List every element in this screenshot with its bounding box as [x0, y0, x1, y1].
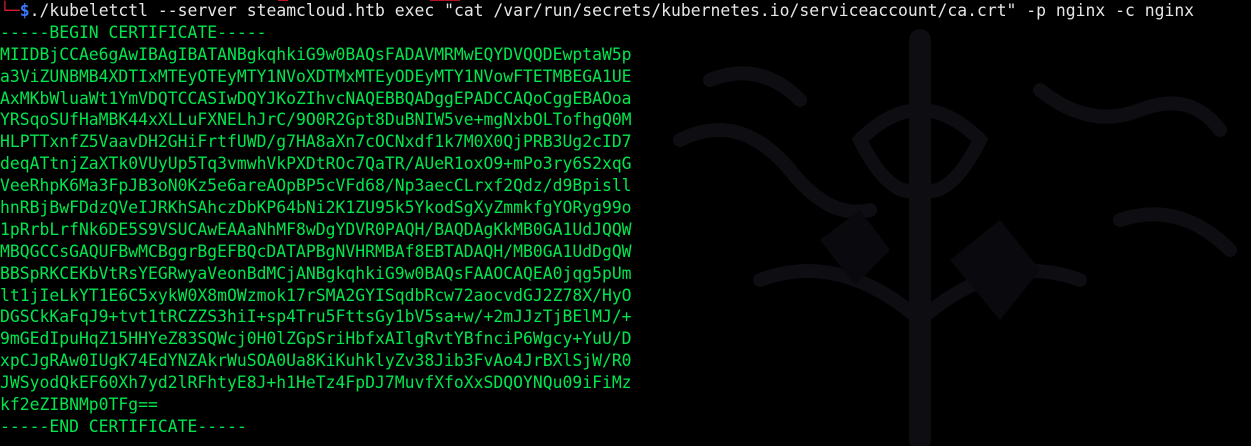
output-line: JWSyodQkEF60Xh7yd2lRFhtyE8J+h1HeTz4FpDJ7… [0, 373, 632, 393]
output-line: AxMKbWluaWt1YmVDQTCCASIwDQYJKoZIhvcNAQEB… [0, 88, 632, 108]
prompt-tree-glyph: └─ [0, 1, 20, 20]
output-line: MBQGCCsGAQUFBwMCBggrBgEFBQcDATAPBgNVHRMB… [0, 241, 632, 261]
output-line: xpCJgRAw0IUgK74EdYNZAkrWuSOA0Ua8KiKuhkly… [0, 351, 632, 371]
output-line: hnRBjBwFDdzQVeIJRKhSAhczDbKP64bNi2K1ZU95… [0, 198, 632, 218]
command-line: └─$./kubeletctl --server steamcloud.htb … [0, 0, 1194, 22]
output-line: DGSCkKaFqJ9+tvt1tRCZZS3hiI+sp4Tru5FttsGy… [0, 307, 632, 327]
command-text[interactable]: ./kubeletctl --server steamcloud.htb exe… [30, 1, 1194, 20]
output-line: lt1jIeLkYT1E6C5xykW0X8mOWzmok17rSMA2GYIS… [0, 285, 632, 305]
output-line: 9mGEdIpuHqZ15HHYeZ83SQWcj0H0lZGpSriHbfxA… [0, 329, 632, 349]
output-line: -----BEGIN CERTIFICATE----- [0, 22, 267, 42]
output-line: YRSqoSUfHaMBK44xXLLuFXNELhJrC/9O0R2Gpt8D… [0, 110, 632, 130]
output-line: MIIDBjCCAe6gAwIBAgIBATANBgkqhkiG9w0BAQsF… [0, 44, 632, 64]
output-line: HLPTTxnfZ5VaavDH2GHiFrtfUWD/g7HA8aXn7cOC… [0, 132, 632, 152]
prompt-dollar-sign: $ [19, 1, 30, 20]
output-line: a3ViZUNBMB4XDTIxMTEyOTEyMTY1NVoXDTMxMTEy… [0, 66, 632, 86]
terminal-window[interactable]: └─$./kubeletctl --server steamcloud.htb … [0, 0, 1251, 446]
output-line: kf2eZIBNMp0TFg== [0, 395, 158, 415]
output-line: 1pRrbLrfNk6DE5S9VSUCAwEAAaNhMF8wDgYDVR0P… [0, 219, 632, 239]
output-line: deqATtnjZaXTk0VUyUp5Tq3vmwhVkPXDtROc7QaT… [0, 154, 632, 174]
output-line: BBSpRKCEKbVtRsYEGRwyaVeonBdMCjANBgkqhkiG… [0, 263, 632, 283]
output-line: -----END CERTIFICATE----- [0, 416, 247, 436]
terminal-content: └─$./kubeletctl --server steamcloud.htb … [0, 0, 1194, 446]
output-line: VeeRhpK6Ma3FpJB3oN0Kz5e6areAOpBP5cVFd68/… [0, 176, 632, 196]
